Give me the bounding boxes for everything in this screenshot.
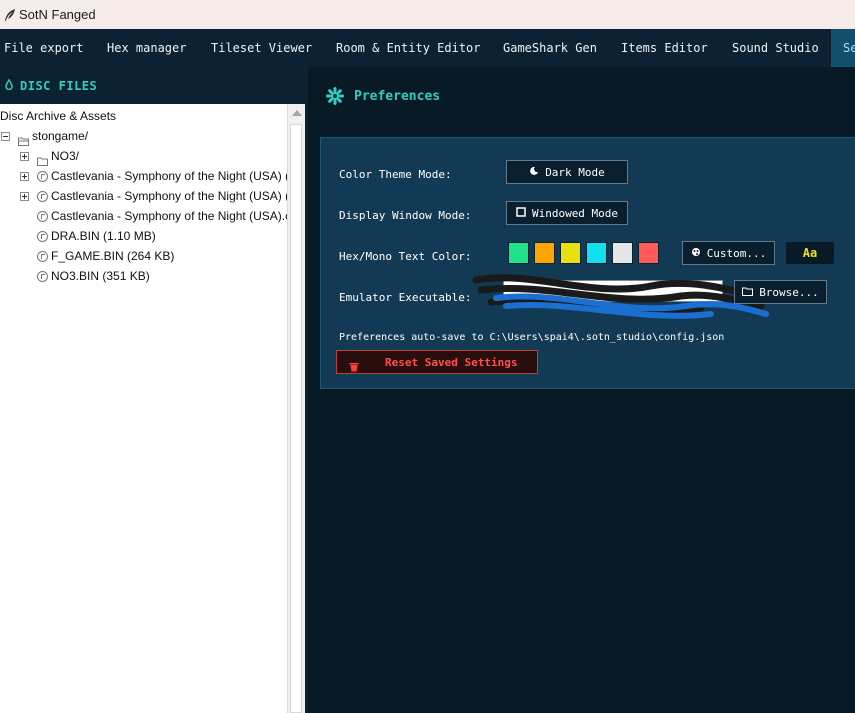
tree-item-no3-folder[interactable]: NO3/ [20,146,79,166]
tree-item-label: stongame/ [32,129,89,143]
tab-gameshark-gen[interactable]: GameShark Gen [503,29,597,67]
file-icon [37,250,48,262]
feather-icon [1,6,19,24]
folder-icon [742,286,754,299]
dark-mode-button[interactable]: Dark Mode [506,160,628,184]
tab-bar: File export Hex manager Tileset Viewer R… [0,29,855,67]
tab-tileset-viewer[interactable]: Tileset Viewer [211,29,312,67]
preferences-header: Preferences [326,87,440,105]
palette-icon [691,247,701,260]
scrollbar-thumb[interactable] [290,124,302,713]
swatch-orange[interactable] [534,242,555,264]
window-title: SotN Fanged [19,7,96,22]
dark-mode-label: Dark Mode [545,165,605,179]
file-icon [37,170,48,182]
reset-button-label: Reset Saved Settings [385,355,518,369]
file-icon [37,270,48,282]
tree-item-label: DRA.BIN (1.10 MB) [51,229,156,243]
tree-item-label: Disc Archive & Assets [0,109,117,123]
window-title-bar: SotN Fanged [0,0,855,29]
tab-settings[interactable]: Se [831,29,855,67]
preferences-panel: Preferences Color Theme Mode: Dark Mode … [305,67,855,713]
tree-item-label: Castlevania - Symphony of the Night (USA… [51,209,287,223]
drop-icon [4,78,16,93]
windowed-mode-label: Windowed Mode [531,206,619,220]
tab-room-entity-editor[interactable]: Room & Entity Editor [336,29,481,67]
tab-hex-manager[interactable]: Hex manager [107,29,186,67]
swatch-yellow[interactable] [560,242,581,264]
browse-button[interactable]: Browse... [734,280,827,304]
expand-icon[interactable] [20,191,29,201]
tree-item-castlevania-1[interactable]: Castlevania - Symphony of the Night (USA… [20,166,287,186]
tree-item-label: Castlevania - Symphony of the Night (USA… [51,169,287,183]
disc-files-title: DISC FILES [20,78,98,93]
tree-scrollbar[interactable] [287,104,305,713]
collapse-icon[interactable] [1,131,10,141]
tab-file-export[interactable]: File export [4,29,83,67]
browse-button-label: Browse... [759,285,819,299]
tree-item-dra-bin[interactable]: DRA.BIN (1.10 MB) [37,226,156,246]
expand-icon[interactable] [20,171,29,181]
redaction-scribble [472,274,769,319]
emulator-label: Emulator Executable: [339,291,472,304]
trash-icon [349,357,359,372]
tree-item-f-game-bin[interactable]: F_GAME.BIN (264 KB) [37,246,174,266]
color-theme-label: Color Theme Mode: [339,168,452,181]
tree-item-no3-bin[interactable]: NO3.BIN (351 KB) [37,266,150,286]
tree-root[interactable]: Disc Archive & Assets [0,106,116,126]
swatch-green[interactable] [508,242,529,264]
custom-button-label: Custom... [706,246,767,260]
swatch-white[interactable] [612,242,633,264]
custom-color-button[interactable]: Custom... [682,241,775,265]
gear-icon [326,87,344,105]
windowed-mode-button[interactable]: Windowed Mode [506,201,628,225]
display-window-label: Display Window Mode: [339,209,472,222]
swatch-cyan[interactable] [586,242,607,264]
tree-item-stongame[interactable]: stongame/ [1,126,88,146]
disc-files-header: DISC FILES [0,67,305,104]
autosave-note: Preferences auto-save to C:\Users\spai4\… [339,332,725,343]
tab-items-editor[interactable]: Items Editor [621,29,708,67]
preferences-card: Color Theme Mode: Dark Mode Display Wind… [320,137,855,389]
tree-item-castlevania-3[interactable]: Castlevania - Symphony of the Night (USA… [37,206,287,226]
reset-settings-button[interactable]: Reset Saved Settings [336,350,538,374]
tab-sound-studio[interactable]: Sound Studio [732,29,819,67]
tree-item-label: NO3/ [51,149,80,163]
folder-icon [37,152,48,166]
file-icon [37,190,48,202]
window-square-icon [516,206,526,220]
file-icon [37,230,48,242]
swatch-red[interactable] [638,242,659,264]
text-color-preview: Aa [786,242,834,264]
file-icon [37,210,48,222]
tree-item-label: NO3.BIN (351 KB) [51,269,150,283]
expand-icon[interactable] [20,151,29,161]
scroll-up-arrow-icon[interactable] [292,110,302,116]
file-tree[interactable]: Disc Archive & Assets stongame/ NO3/ Cas… [0,104,287,713]
tree-item-label: Castlevania - Symphony of the Night (USA… [51,189,287,203]
tree-item-castlevania-2[interactable]: Castlevania - Symphony of the Night (USA… [20,186,287,206]
tree-item-label: F_GAME.BIN (264 KB) [51,249,175,263]
preferences-title: Preferences [354,88,441,104]
disc-files-panel: DISC FILES Disc Archive & Assets stongam… [0,67,305,713]
folder-open-icon [18,132,29,146]
hex-color-label: Hex/Mono Text Color: [339,250,472,263]
moon-icon [529,166,539,179]
